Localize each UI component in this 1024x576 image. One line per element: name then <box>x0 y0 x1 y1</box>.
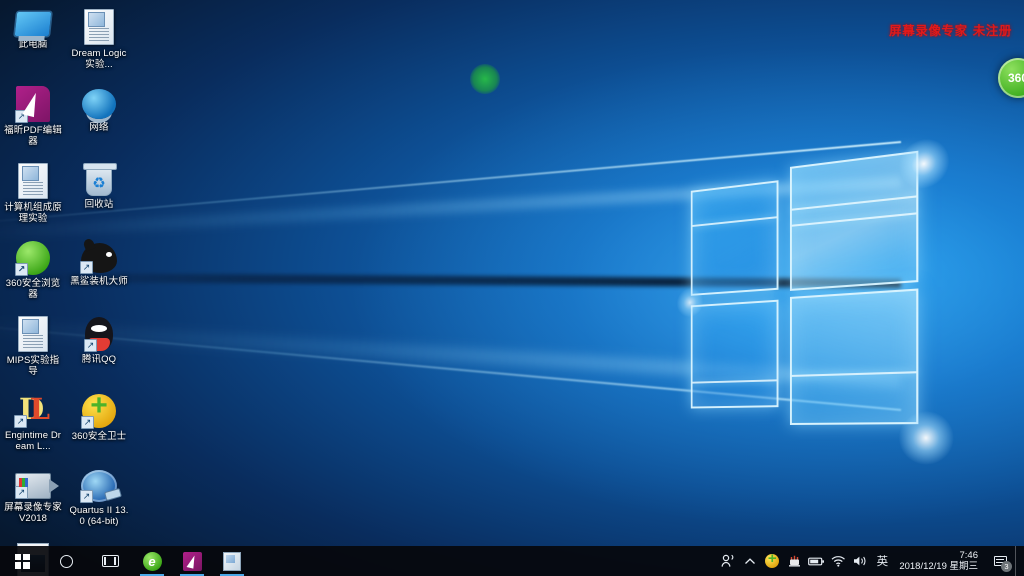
shortcut-arrow-icon: ↗ <box>80 261 93 274</box>
shortcut-arrow-icon: ↗ <box>14 415 27 428</box>
task-view-button[interactable] <box>88 546 132 576</box>
desktop-icon-label: 腾讯QQ <box>81 354 117 365</box>
blackshark-icon: ↗ <box>80 243 117 274</box>
desktop-icon[interactable]: ↗ 屏幕录像专家V2018 <box>2 463 64 526</box>
start-button[interactable] <box>0 546 44 576</box>
shortcut-arrow-icon: ↗ <box>84 339 97 352</box>
document-icon <box>18 163 48 199</box>
desktop-icon[interactable]: MIPS实验指导 <box>2 311 64 379</box>
document-icon <box>223 551 241 571</box>
ime-tool-icon[interactable] <box>783 546 805 576</box>
document-icon <box>84 9 114 45</box>
foxit-pdf-editor-icon: ↗ <box>15 86 50 123</box>
hero-pane-top-left <box>690 180 779 296</box>
desktop-icon[interactable]: ↗ Engintime Dream L... <box>2 388 64 454</box>
desktop-icon-label: 福昕PDF编辑器 <box>4 125 62 147</box>
taskbar-app-button[interactable] <box>212 546 252 576</box>
desktop-icon-label: Quartus II 13.0 (64-bit) <box>69 505 129 527</box>
taskbar-clock[interactable]: 7:46 2018/12/19 星期三 <box>893 546 985 576</box>
this-pc-icon <box>14 12 52 36</box>
360-browser-icon: e <box>142 551 162 571</box>
desktop-wallpaper[interactable]: 此电脑 Dream Logic 实验... ↗ 福昕PDF编辑器 网络计算机组成原理实验… <box>0 0 1024 576</box>
task-view-icon <box>101 555 119 567</box>
mouse-cursor <box>470 64 510 104</box>
screen-recorder-icon: ↗ <box>15 473 59 499</box>
360-safeguard-icon: ↗ <box>81 389 116 429</box>
desktop-icon[interactable]: 回收站 <box>68 158 130 212</box>
wifi-icon[interactable] <box>827 546 849 576</box>
taskbar-app-button[interactable]: e <box>132 546 172 576</box>
desktop-icon-label: 此电脑 <box>18 39 48 50</box>
desktop-icon-label: Engintime Dream L... <box>4 430 62 452</box>
desktop-icon-label: 网络 <box>89 122 109 133</box>
desktop-icon-label: 黑鲨装机大师 <box>70 276 128 287</box>
screen-recorder-watermark: 屏幕录像专家 未注册 <box>889 23 1012 38</box>
desktop-icon[interactable]: ↗ 腾讯QQ <box>68 311 130 367</box>
clock-time: 7:46 <box>959 550 979 561</box>
desktop-icon[interactable]: Dream Logic 实验... <box>68 4 130 72</box>
clock-date: 2018/12/19 星期三 <box>899 561 978 572</box>
cursor-highlight-circle <box>470 64 500 94</box>
desktop-icon[interactable]: 此电脑 <box>2 4 64 52</box>
desktop-icon-label: 360安全卫士 <box>71 431 127 442</box>
battery-icon[interactable] <box>805 546 827 576</box>
windows-hero-logo <box>672 136 954 465</box>
hero-pane-bottom-left <box>690 299 779 409</box>
360-safeguard-tray-icon[interactable]: + <box>761 546 783 576</box>
notification-count-badge: 3 <box>1001 561 1012 572</box>
desktop-icon-label: 屏幕录像专家V2018 <box>4 502 62 524</box>
desktop-icon[interactable]: ↗ 360安全浏览器 <box>2 235 64 302</box>
hero-pane-bottom-right <box>789 288 919 425</box>
desktop-icon-grid[interactable]: 此电脑 Dream Logic 实验... ↗ 福昕PDF编辑器 网络计算机组成原理实验… <box>0 4 135 576</box>
foxit-pdf-editor-icon <box>182 551 202 571</box>
desktop-icon[interactable]: 网络 <box>68 81 130 135</box>
360-floating-ball-icon[interactable]: 360 <box>998 58 1024 98</box>
desktop-icon[interactable]: ↗ Quartus II 13.0 (64-bit) <box>68 463 130 529</box>
shortcut-arrow-icon: ↗ <box>15 263 28 276</box>
desktop-icon[interactable]: ↗ 黑鲨装机大师 <box>68 235 130 289</box>
shortcut-arrow-icon: ↗ <box>81 416 94 429</box>
taskbar-app-button[interactable] <box>172 546 212 576</box>
desktop-icon-label: 360安全浏览器 <box>5 278 61 300</box>
desktop-icon[interactable]: ↗ 360安全卫士 <box>68 388 130 444</box>
taskbar[interactable]: e + 英 7:46 2018/12/19 星期三 3 <box>0 546 1024 576</box>
people-icon[interactable] <box>717 546 739 576</box>
cortana-circle-icon <box>59 554 73 568</box>
desktop-icon[interactable]: ↗ 福昕PDF编辑器 <box>2 81 64 149</box>
desktop-icon[interactable]: 计算机组成原理实验 <box>2 158 64 226</box>
system-tray[interactable]: + 英 7:46 2018/12/19 星期三 3 <box>717 546 1024 576</box>
360-browser-icon: ↗ <box>15 241 50 276</box>
desktop-icon-label: Dream Logic 实验... <box>71 48 127 70</box>
network-icon <box>82 89 116 119</box>
shortcut-arrow-icon: ↗ <box>80 490 93 503</box>
recycle-bin-icon <box>83 163 117 196</box>
tencent-qq-icon: ↗ <box>84 317 113 352</box>
shortcut-arrow-icon: ↗ <box>15 486 28 499</box>
taskbar-app-list[interactable]: e <box>132 546 252 576</box>
cortana-search-button[interactable] <box>44 546 88 576</box>
desktop-icon-label: 回收站 <box>84 199 114 210</box>
chevron-up-icon[interactable] <box>739 546 761 576</box>
speaker-icon[interactable] <box>849 546 871 576</box>
windows-start-icon <box>14 553 30 569</box>
desktop-icon-label: 计算机组成原理实验 <box>4 202 62 224</box>
quartus-ii-icon: ↗ <box>80 470 117 503</box>
action-center-icon[interactable]: 3 <box>985 546 1015 576</box>
document-icon <box>18 316 48 352</box>
desktop-icon-label: MIPS实验指导 <box>6 355 60 377</box>
engintime-dream-logic-icon: ↗ <box>14 392 51 428</box>
show-desktop-button[interactable] <box>1015 546 1022 576</box>
shortcut-arrow-icon: ↗ <box>15 110 28 123</box>
ime-language-icon[interactable]: 英 <box>871 546 893 576</box>
hero-pane-top-right <box>789 150 919 291</box>
